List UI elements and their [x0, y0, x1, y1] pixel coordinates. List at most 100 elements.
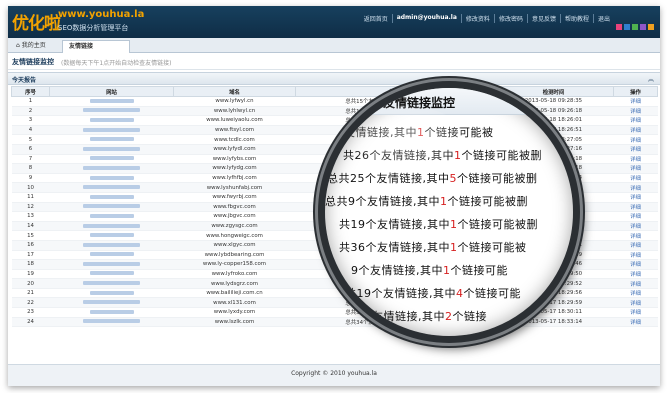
row-number: 14: [11, 221, 50, 232]
lens-line: 共19个友情链接,其中1个链接可能被删: [325, 216, 573, 232]
lens-line: 9个友情链接,其中1个链接可能: [325, 262, 573, 278]
lens-line-bad-count: 1: [417, 126, 425, 139]
row-detail-link[interactable]: 详细: [613, 297, 658, 309]
row-domain[interactable]: www.baililieji.com.cn: [173, 288, 296, 299]
row-domain[interactable]: www.lyshunfabj.com: [173, 182, 296, 193]
row-detail-link[interactable]: 详细: [613, 278, 658, 289]
site-name-redacted: [83, 281, 140, 286]
col-header-site: 网站: [49, 86, 174, 97]
row-domain[interactable]: www.ftsyl.com: [173, 125, 296, 136]
row-site-name: [49, 307, 174, 318]
nav-user-link[interactable]: admin@youhua.la: [391, 14, 461, 23]
row-detail-link[interactable]: 详细: [613, 173, 658, 184]
theme-swatch[interactable]: [632, 24, 638, 30]
nav-help-link[interactable]: 帮助教程: [559, 14, 593, 23]
row-detail-link[interactable]: 详细: [613, 240, 658, 251]
row-domain[interactable]: www.lyhlwyl.cn: [173, 106, 296, 117]
row-detail-link[interactable]: 详细: [613, 211, 658, 222]
double-chevron-up-icon[interactable]: ︽: [648, 74, 654, 83]
magnifier-lens: 友情链接监控 5个友情链接,其中1个链接可能被 共26个友情链接,其中1个链接可能…: [318, 81, 580, 343]
row-domain[interactable]: www.tcdlc.com: [173, 134, 296, 145]
lens-line-post: 个链接可能被删: [457, 218, 538, 231]
row-detail-link[interactable]: 详细: [613, 230, 658, 241]
site-name-redacted: [83, 223, 140, 228]
row-detail-link[interactable]: 详细: [613, 269, 658, 280]
row-domain[interactable]: www.xl131.com: [173, 297, 296, 309]
lens-line-pre: 9个友情链接,其中: [351, 264, 443, 277]
row-detail-link[interactable]: 详细: [613, 288, 658, 299]
row-domain[interactable]: www.fbgvc.com: [173, 202, 296, 213]
nav-edit-profile-link[interactable]: 修改资料: [460, 14, 494, 23]
page-title: 友情链接监控: [12, 58, 54, 66]
row-detail-link[interactable]: 详细: [613, 221, 658, 232]
row-domain[interactable]: www.lyfwyl.cn: [173, 96, 296, 107]
tab-home[interactable]: ⌂ 我的主页: [10, 40, 68, 52]
row-domain[interactable]: www.lyfhfbj.com: [173, 173, 296, 184]
row-site-name: [49, 163, 174, 174]
lens-line-pre: 9个友情链接,其中: [353, 310, 445, 323]
row-detail-link[interactable]: 详细: [613, 154, 658, 165]
lens-line-post: 个链接可能被: [424, 126, 494, 139]
site-name-redacted: [89, 137, 134, 142]
lens-line-pre: 总共9个友情链接,其中: [325, 195, 440, 208]
lens-line-bad-count: 5: [449, 172, 457, 185]
row-detail-link[interactable]: 详细: [613, 307, 658, 318]
lens-line-bad-count: 1: [443, 264, 451, 277]
row-detail-link[interactable]: 详细: [613, 317, 658, 328]
row-detail-link[interactable]: 详细: [613, 250, 658, 261]
report-title: 今天报告: [12, 77, 37, 84]
lens-line-post: 个链接可能: [450, 264, 508, 277]
theme-swatch[interactable]: [648, 24, 654, 30]
site-name-redacted: [89, 252, 134, 257]
row-detail-link[interactable]: 详细: [613, 134, 658, 145]
site-name-redacted: [83, 185, 140, 190]
nav-home-link[interactable]: 返回首页: [360, 14, 392, 23]
nav-change-password-link[interactable]: 修改密码: [493, 14, 527, 23]
row-detail-link[interactable]: 详细: [613, 182, 658, 193]
row-site-name: [49, 317, 174, 328]
row-domain[interactable]: www.jbgvc.com: [173, 211, 296, 222]
row-number: 2: [11, 106, 50, 117]
row-detail-link[interactable]: 详细: [613, 202, 658, 213]
lens-line-bad-count: 2: [445, 310, 453, 323]
lens-line: 共26个友情链接,其中1个链接可能被删: [325, 147, 573, 163]
theme-swatch[interactable]: [616, 24, 622, 30]
row-domain[interactable]: www.xlgyc.com: [173, 240, 296, 251]
row-domain[interactable]: www.lyxdy.com: [173, 307, 296, 318]
row-detail-link[interactable]: 详细: [613, 115, 658, 126]
row-domain[interactable]: www.lyfroko.com: [173, 269, 296, 280]
nav-feedback-link[interactable]: 意见反馈: [526, 14, 560, 23]
tab-friend-links[interactable]: 友情链接: [62, 40, 130, 53]
logo[interactable]: 优化啦: [12, 9, 61, 34]
lens-line-post: 个链接可能被: [457, 241, 527, 254]
row-domain[interactable]: www.luweiyaolu.com: [173, 115, 296, 126]
lens-line-pre: 共36个友情链接,其中: [339, 241, 450, 254]
row-number: 16: [11, 240, 50, 251]
row-domain[interactable]: www.lybdbearing.com: [173, 250, 296, 261]
site-name-redacted: [83, 108, 140, 113]
theme-swatches: [616, 24, 654, 30]
row-domain[interactable]: www.lyfydg.com: [173, 163, 296, 174]
theme-swatch[interactable]: [624, 24, 630, 30]
theme-swatch[interactable]: [640, 24, 646, 30]
row-domain[interactable]: www.lydsgrz.com: [173, 278, 296, 289]
row-detail-link[interactable]: 详细: [613, 259, 658, 270]
row-number: 21: [11, 288, 50, 299]
row-detail-link[interactable]: 详细: [613, 125, 658, 136]
row-domain[interactable]: www.zgysgc.com: [173, 221, 296, 232]
row-detail-link[interactable]: 详细: [613, 96, 658, 107]
row-domain[interactable]: www.fwyrbj.com: [173, 192, 296, 203]
row-site-name: [49, 278, 174, 289]
row-detail-link[interactable]: 详细: [613, 144, 658, 155]
row-domain[interactable]: www.hongweigc.com: [173, 230, 296, 241]
nav-logout-link[interactable]: 退出: [592, 14, 614, 23]
row-detail-link[interactable]: 详细: [613, 106, 658, 117]
row-detail-link[interactable]: 详细: [613, 163, 658, 174]
site-name-redacted: [83, 300, 140, 305]
row-domain[interactable]: www.ly-copper158.com: [173, 259, 296, 270]
row-domain[interactable]: www.lyfydl.com: [173, 144, 296, 155]
row-domain[interactable]: www.lyfybs.com: [173, 154, 296, 165]
row-domain[interactable]: www.lszlk.com: [173, 317, 296, 328]
row-detail-link[interactable]: 详细: [613, 192, 658, 203]
title-row: 友情链接监控 (数据每天下午1点开始自动检查友情链接): [8, 53, 660, 70]
